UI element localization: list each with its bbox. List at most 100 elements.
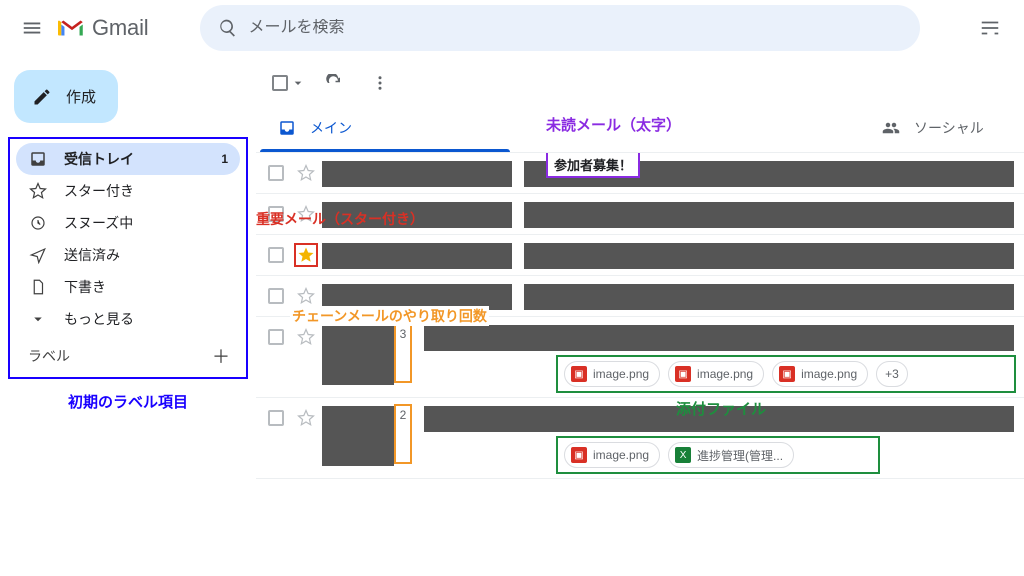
sidebar-item-starred[interactable]: スター付き: [16, 175, 240, 207]
annotation-chain: チェーンメールのやり取り回数: [290, 306, 489, 326]
inbox-count: 1: [221, 152, 228, 166]
people-icon: [882, 119, 900, 137]
body-redacted: [524, 284, 1014, 310]
row-star[interactable]: [296, 245, 316, 265]
attachment-chip[interactable]: ▣image.png: [564, 442, 660, 468]
sidebar-item-drafts[interactable]: 下書き: [16, 271, 240, 303]
header-right: [964, 8, 1016, 48]
image-file-icon: ▣: [571, 366, 587, 382]
row-star[interactable]: [296, 163, 316, 183]
body-redacted: [424, 325, 1014, 351]
row-checkbox[interactable]: [268, 288, 284, 304]
refresh-icon: [325, 74, 343, 92]
image-file-icon: ▣: [571, 447, 587, 463]
tab-label: メイン: [310, 118, 352, 138]
more-vert-icon: [371, 74, 389, 92]
gmail-m-icon: [58, 17, 86, 39]
file-icon: [28, 278, 48, 296]
inbox-tab-icon: [278, 119, 296, 137]
sidebar-item-inbox[interactable]: 受信トレイ 1: [16, 143, 240, 175]
nav-annotation-box: 受信トレイ 1 スター付き スヌーズ中 送信済み 下書き: [8, 137, 248, 379]
add-label-button[interactable]: ＋: [212, 343, 230, 369]
sidebar-item-label: スヌーズ中: [64, 213, 133, 233]
image-file-icon: ▣: [779, 366, 795, 382]
compose-button[interactable]: 作成: [14, 70, 118, 123]
tab-label: ソーシャル: [914, 118, 984, 138]
row-star[interactable]: [296, 286, 316, 306]
search-wrap: [200, 5, 964, 51]
refresh-button[interactable]: [314, 63, 354, 103]
sidebar-item-sent[interactable]: 送信済み: [16, 239, 240, 271]
sidebar-item-more[interactable]: もっと見る: [16, 303, 240, 335]
row-checkbox[interactable]: [268, 410, 284, 426]
attachment-chip[interactable]: ▣image.png: [772, 361, 868, 387]
body-redacted: [524, 243, 1014, 269]
annotation-unread: 未読メール（太字）: [546, 114, 681, 135]
subject-unread: 参加者募集！: [548, 153, 638, 176]
star-outline-icon: [297, 409, 315, 427]
mail-row[interactable]: 3 ▣image.png ▣image.png ▣image.png +3: [256, 317, 1024, 398]
row-checkbox[interactable]: [268, 329, 284, 345]
sender-redacted: [322, 325, 394, 385]
inbox-icon: [28, 150, 48, 168]
body-redacted: [524, 202, 1014, 228]
attachment-chip[interactable]: ▣image.png: [564, 361, 660, 387]
tab-social[interactable]: ソーシャル: [864, 104, 1024, 152]
chevron-down-icon: [28, 310, 48, 328]
sidebar-item-label: もっと見る: [64, 309, 134, 329]
attachments-group: ▣image.png ▣image.png ▣image.png +3: [558, 357, 1014, 391]
attachment-chip[interactable]: X進捗管理(管理...: [668, 442, 794, 468]
attachment-chip[interactable]: ▣image.png: [668, 361, 764, 387]
main-panel: メイン 未読メール（太字） ソーシャル 参加者募集！: [256, 56, 1024, 576]
thread-count: 2: [394, 404, 412, 464]
annotation-attach: 添付ファイル: [676, 398, 766, 419]
row-star[interactable]: [296, 327, 316, 347]
sender-redacted: [322, 161, 512, 187]
tab-primary[interactable]: メイン: [260, 104, 480, 152]
star-filled-icon: [297, 246, 315, 264]
search-icon: [218, 18, 238, 38]
row-checkbox[interactable]: [268, 247, 284, 263]
more-button[interactable]: [360, 63, 400, 103]
star-outline-icon: [297, 164, 315, 182]
topbar: Gmail: [0, 0, 1024, 56]
mail-row[interactable]: 重要メール（スター付き）: [256, 235, 1024, 276]
tune-icon: [979, 17, 1001, 39]
main-menu-button[interactable]: [8, 4, 56, 52]
send-icon: [28, 246, 48, 264]
sidebar-item-label: 下書き: [64, 277, 106, 297]
pencil-icon: [32, 87, 52, 107]
star-outline-icon: [297, 328, 315, 346]
settings-button[interactable]: [970, 8, 1010, 48]
sender-redacted: [322, 243, 512, 269]
sidebar: 作成 受信トレイ 1 スター付き スヌーズ中 送信済み: [0, 56, 256, 576]
clock-icon: [28, 214, 48, 232]
image-file-icon: ▣: [675, 366, 691, 382]
annotation-star: 重要メール（スター付き）: [256, 209, 424, 229]
mail-row[interactable]: 2 添付ファイル ▣image.png X進捗管理(管理...: [256, 398, 1024, 479]
attachment-more[interactable]: +3: [876, 361, 908, 387]
sender-redacted: [322, 406, 394, 466]
mail-row[interactable]: チェーンメールのやり取り回数: [256, 276, 1024, 317]
brand-text: Gmail: [92, 15, 148, 41]
sheet-file-icon: X: [675, 447, 691, 463]
labels-header: ラベル: [28, 346, 70, 366]
mail-list: 参加者募集！ 重要メール（スター付き）: [256, 153, 1024, 576]
sidebar-item-snoozed[interactable]: スヌーズ中: [16, 207, 240, 239]
sidebar-annotation-caption: 初期のラベル項目: [8, 391, 248, 412]
labels-header-row: ラベル ＋: [16, 335, 240, 369]
select-all[interactable]: [266, 71, 308, 95]
gmail-logo[interactable]: Gmail: [58, 15, 148, 41]
star-outline-icon: [297, 287, 315, 305]
row-star[interactable]: [296, 408, 316, 428]
sidebar-item-label: 受信トレイ: [64, 149, 134, 169]
search-bar[interactable]: [200, 5, 920, 51]
mail-row[interactable]: 参加者募集！: [256, 153, 1024, 194]
thread-count: 3: [394, 323, 412, 383]
checkbox-icon: [272, 75, 288, 91]
mail-toolbar: [256, 56, 1024, 104]
search-button[interactable]: [208, 8, 248, 48]
attachments-group: ▣image.png X進捗管理(管理...: [558, 438, 878, 472]
row-checkbox[interactable]: [268, 165, 284, 181]
search-input[interactable]: [248, 19, 914, 37]
